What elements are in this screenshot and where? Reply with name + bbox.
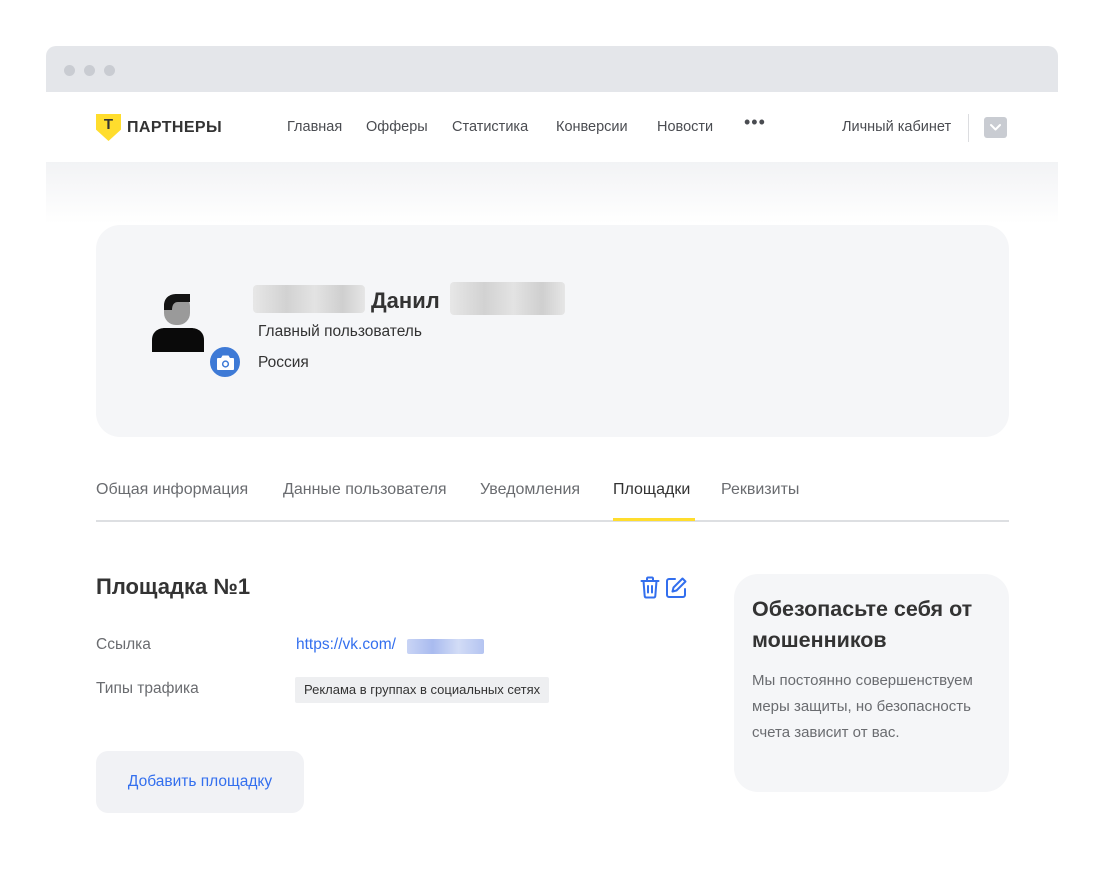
account-dropdown-button[interactable]: [984, 117, 1007, 138]
window-dot: [104, 65, 115, 76]
site-header: Т ПАРТНЕРЫ Главная Офферы Статистика Кон…: [46, 92, 1058, 162]
header-divider: [968, 114, 969, 142]
blurred-link-path: [407, 639, 484, 654]
change-photo-button[interactable]: [207, 344, 243, 380]
logo-text: ПАРТНЕРЫ: [127, 118, 223, 136]
nav-item-offers[interactable]: Офферы: [366, 119, 428, 135]
safety-card: Обезопасьте себя от мошенников Мы постоя…: [734, 574, 1009, 792]
tab-platforms[interactable]: Площадки: [613, 481, 690, 499]
nav-item-news[interactable]: Новости: [657, 119, 713, 135]
blurred-last-name: [450, 282, 565, 315]
active-tab-indicator: [613, 518, 695, 521]
nav-item-statistics[interactable]: Статистика: [452, 119, 528, 135]
browser-window-bar: [46, 46, 1058, 92]
user-name: Данил: [371, 288, 440, 313]
blurred-first-name: [253, 285, 365, 313]
chevron-down-icon: [990, 124, 1001, 131]
platform-link[interactable]: https://vk.com/: [296, 636, 396, 654]
logo[interactable]: Т ПАРТНЕРЫ: [96, 114, 222, 141]
traffic-type-label: Типы трафика: [96, 680, 199, 697]
more-menu-button[interactable]: •••: [744, 112, 766, 133]
safety-text: Мы постоянно совершенствуем меры защиты,…: [752, 672, 973, 741]
edit-icon[interactable]: [665, 576, 688, 599]
profile-tabs: Общая информация Данные пользователя Уве…: [96, 470, 1009, 522]
tab-general-info[interactable]: Общая информация: [96, 481, 248, 499]
logo-letter: Т: [103, 116, 114, 133]
add-platform-button[interactable]: Добавить площадку: [96, 751, 304, 813]
nav-item-home[interactable]: Главная: [287, 119, 342, 135]
personal-cabinet-link[interactable]: Личный кабинет: [842, 119, 951, 135]
user-country: Россия: [258, 354, 309, 371]
logo-shield-icon: Т: [96, 114, 121, 141]
window-dot: [64, 65, 75, 76]
traffic-type-tag: Реклама в группах в социальных сетях: [295, 677, 550, 703]
profile-card: [96, 225, 1009, 437]
tab-requisites[interactable]: Реквизиты: [721, 481, 799, 499]
platform-title: Площадка №1: [96, 574, 251, 599]
camera-icon: [217, 355, 234, 370]
avatar-icon: [152, 294, 204, 352]
safety-title: Обезопасьте себя от мошенников: [752, 597, 973, 652]
nav-item-conversions[interactable]: Конверсии: [556, 119, 628, 135]
user-role: Главный пользователь: [258, 323, 422, 340]
window-dot: [84, 65, 95, 76]
link-label: Ссылка: [96, 636, 151, 653]
trash-icon[interactable]: [640, 576, 660, 599]
header-shadow: [46, 162, 1058, 224]
tab-notifications[interactable]: Уведомления: [480, 481, 580, 499]
tab-user-data[interactable]: Данные пользователя: [283, 481, 447, 499]
